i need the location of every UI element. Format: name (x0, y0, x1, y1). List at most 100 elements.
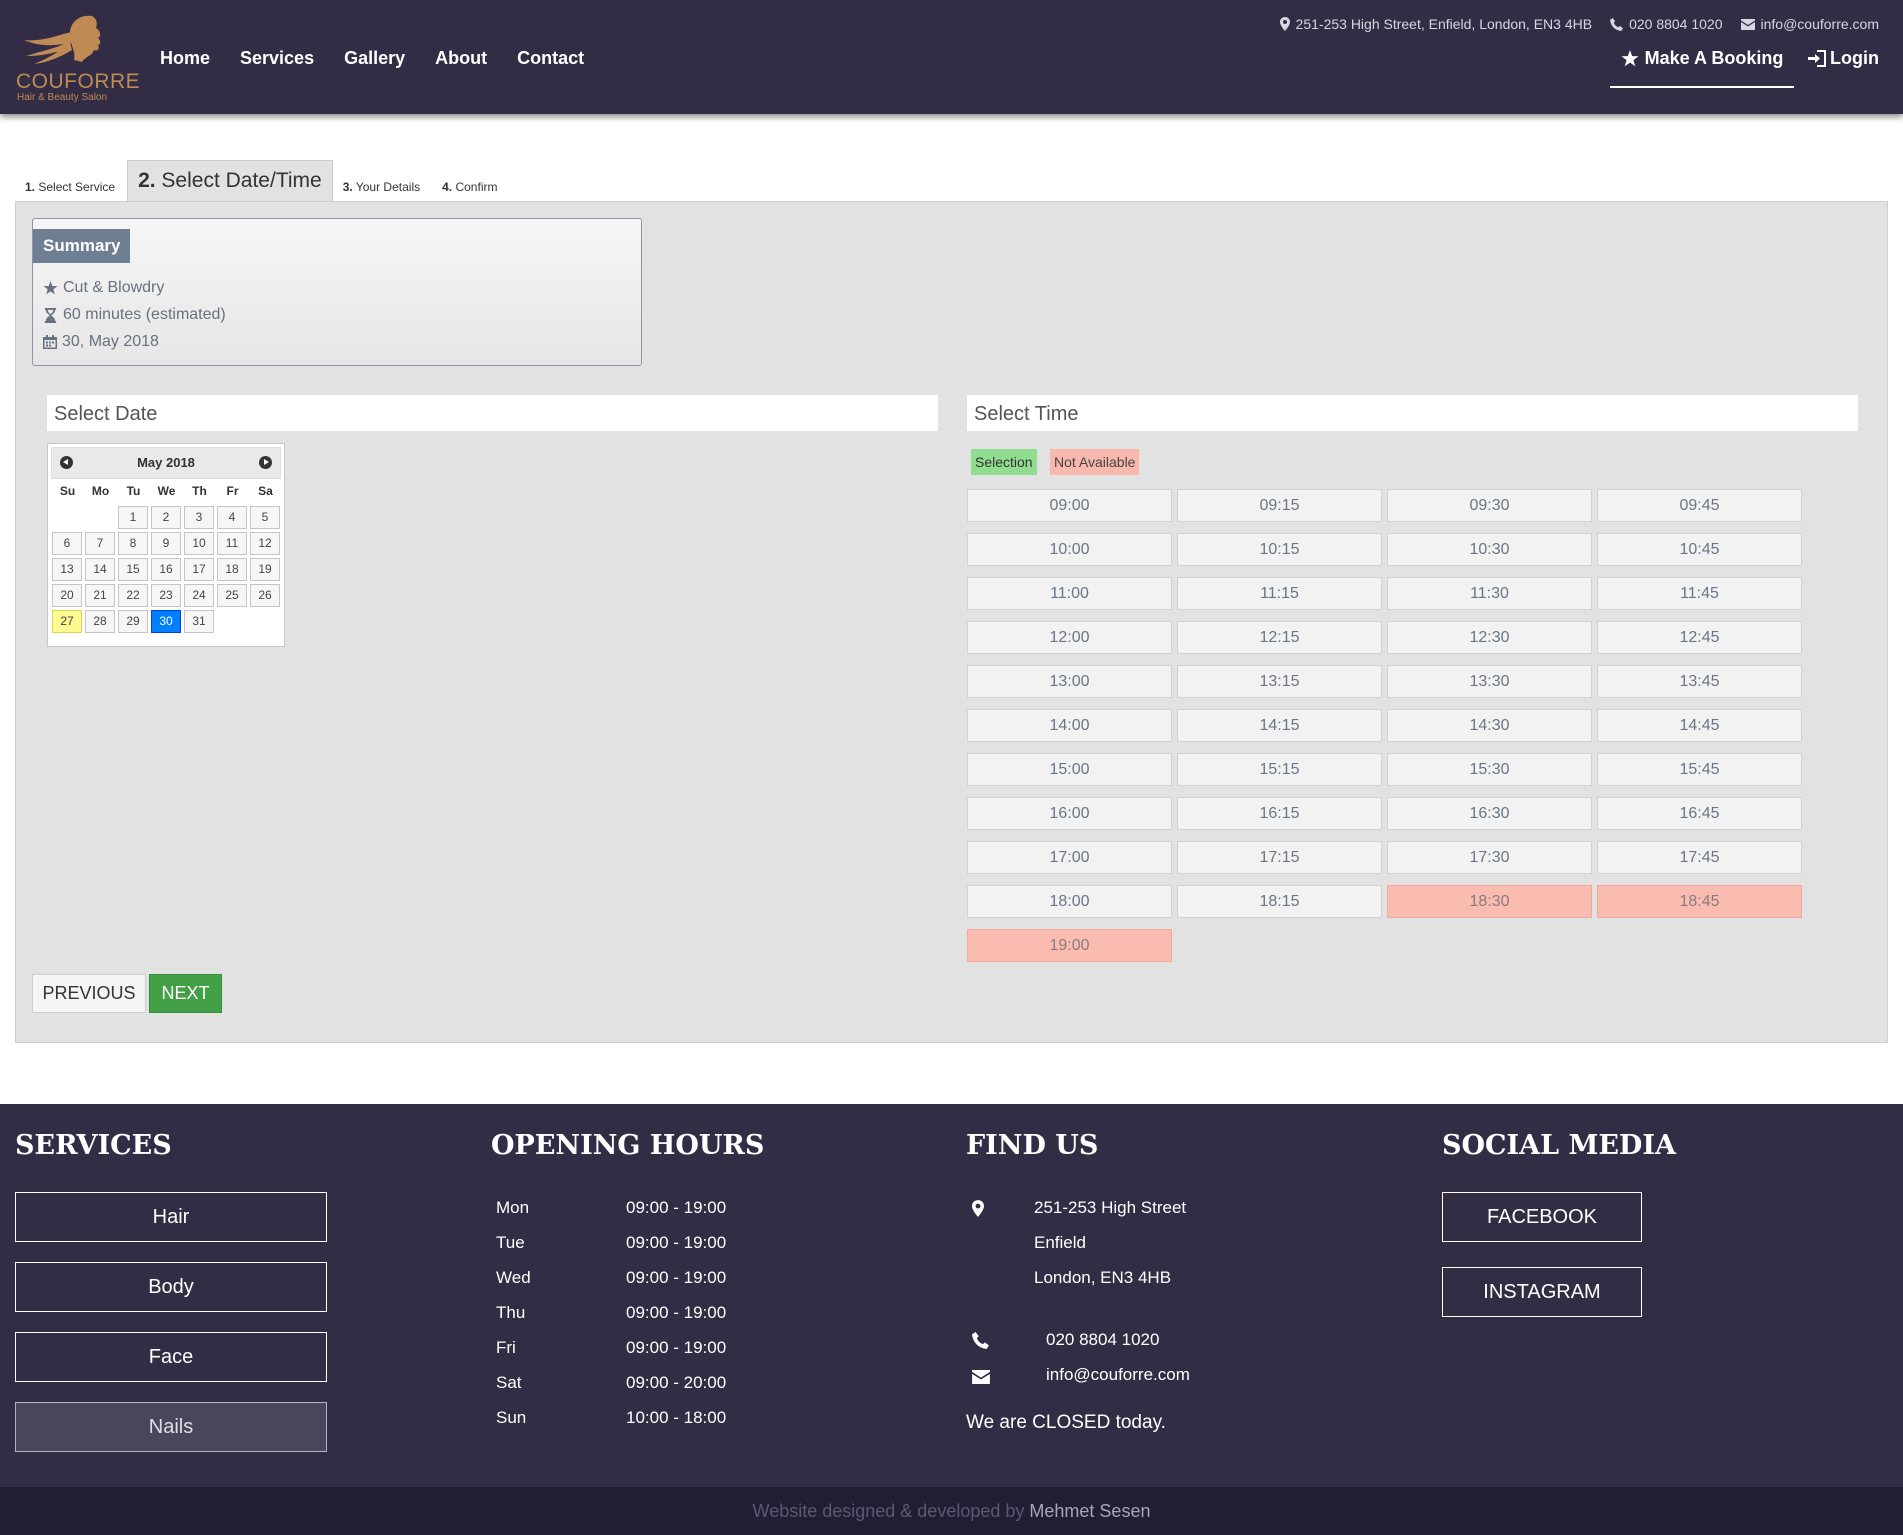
footer-service-hair-button[interactable]: Hair (15, 1192, 327, 1242)
login-button[interactable]: Login (1808, 48, 1879, 69)
opening-hours-row: Tue 09:00 - 19:00 (496, 1233, 726, 1253)
calendar-day[interactable]: 13 (52, 558, 82, 581)
hours-day: Mon (496, 1198, 530, 1217)
calendar-day[interactable]: 3 (184, 506, 214, 529)
calendar-day[interactable]: 19 (250, 558, 280, 581)
time-slot[interactable]: 14:30 (1387, 709, 1592, 742)
time-slot[interactable]: 12:30 (1387, 621, 1592, 654)
calendar-day[interactable]: 4 (217, 506, 247, 529)
time-slot[interactable]: 13:45 (1597, 665, 1802, 698)
calendar-day[interactable]: 27 (52, 610, 82, 633)
credit-author-link[interactable]: Mehmet Sesen (1029, 1501, 1150, 1521)
calendar-day[interactable]: 30 (151, 610, 181, 633)
calendar-day[interactable]: 18 (217, 558, 247, 581)
make-booking-button[interactable]: Make A Booking (1610, 48, 1794, 88)
calendar-day[interactable]: 24 (184, 584, 214, 607)
calendar-day[interactable]: 2 (151, 506, 181, 529)
time-slot[interactable]: 09:15 (1177, 489, 1382, 522)
next-month-icon[interactable] (259, 456, 272, 469)
time-slot[interactable]: 17:30 (1387, 841, 1592, 874)
calendar-day[interactable]: 23 (151, 584, 181, 607)
time-slot[interactable]: 13:00 (967, 665, 1172, 698)
footer-phone[interactable]: 020 8804 1020 (1046, 1330, 1159, 1350)
time-slot[interactable]: 15:30 (1387, 753, 1592, 786)
logo[interactable]: COUFORRE Hair & Beauty Salon (12, 12, 140, 104)
footer-service-face-button[interactable]: Face (15, 1332, 327, 1382)
tab-select-service[interactable]: 1. Select Service (15, 180, 127, 202)
time-slot[interactable]: 09:30 (1387, 489, 1592, 522)
calendar-day[interactable]: 1 (118, 506, 148, 529)
calendar-day[interactable]: 25 (217, 584, 247, 607)
calendar-day[interactable]: 22 (118, 584, 148, 607)
time-slot[interactable]: 12:00 (967, 621, 1172, 654)
header-address-text: 251-253 High Street, Enfield, London, EN… (1295, 16, 1593, 32)
time-slot[interactable]: 14:15 (1177, 709, 1382, 742)
time-slot[interactable]: 11:15 (1177, 577, 1382, 610)
header-phone-text: 020 8804 1020 (1629, 16, 1723, 32)
time-slot[interactable]: 10:45 (1597, 533, 1802, 566)
calendar-day[interactable]: 7 (85, 532, 115, 555)
nav-gallery[interactable]: Gallery (344, 48, 405, 69)
calendar-day[interactable]: 10 (184, 532, 214, 555)
time-slot[interactable]: 09:45 (1597, 489, 1802, 522)
time-slot[interactable]: 14:00 (967, 709, 1172, 742)
time-slot[interactable]: 18:15 (1177, 885, 1382, 918)
time-slot[interactable]: 14:45 (1597, 709, 1802, 742)
calendar-day[interactable]: 16 (151, 558, 181, 581)
calendar-day[interactable]: 14 (85, 558, 115, 581)
time-slot[interactable]: 17:45 (1597, 841, 1802, 874)
time-slot[interactable]: 10:15 (1177, 533, 1382, 566)
calendar-day[interactable]: 20 (52, 584, 82, 607)
tab-select-date-time[interactable]: 2. Select Date/Time (127, 160, 333, 202)
calendar-day[interactable]: 15 (118, 558, 148, 581)
nav-services[interactable]: Services (240, 48, 314, 69)
time-slot[interactable]: 15:45 (1597, 753, 1802, 786)
footer-service-nails-button[interactable]: Nails (15, 1402, 327, 1452)
calendar-day[interactable]: 17 (184, 558, 214, 581)
time-slot[interactable]: 10:30 (1387, 533, 1592, 566)
nav-home[interactable]: Home (160, 48, 210, 69)
footer-service-body-button[interactable]: Body (15, 1262, 327, 1312)
time-slot[interactable]: 18:00 (967, 885, 1172, 918)
time-slot[interactable]: 16:15 (1177, 797, 1382, 830)
tab-your-details[interactable]: 3. Your Details (333, 180, 432, 202)
calendar-day[interactable]: 29 (118, 610, 148, 633)
time-slot[interactable]: 09:00 (967, 489, 1172, 522)
time-slot[interactable]: 13:15 (1177, 665, 1382, 698)
instagram-button[interactable]: INSTAGRAM (1442, 1267, 1642, 1317)
calendar-day[interactable]: 28 (85, 610, 115, 633)
nav-about[interactable]: About (435, 48, 487, 69)
calendar-day[interactable]: 5 (250, 506, 280, 529)
time-slot[interactable]: 16:00 (967, 797, 1172, 830)
header-email[interactable]: info@couforre.com (1740, 16, 1879, 32)
calendar-day[interactable]: 12 (250, 532, 280, 555)
calendar-day[interactable]: 31 (184, 610, 214, 633)
prev-month-icon[interactable] (60, 456, 73, 469)
time-slot[interactable]: 11:45 (1597, 577, 1802, 610)
time-slot[interactable]: 15:00 (967, 753, 1172, 786)
previous-button[interactable]: PREVIOUS (32, 974, 146, 1013)
next-button[interactable]: NEXT (149, 974, 222, 1013)
facebook-button[interactable]: FACEBOOK (1442, 1192, 1642, 1242)
nav-contact[interactable]: Contact (517, 48, 584, 69)
time-slot[interactable]: 11:00 (967, 577, 1172, 610)
time-slot[interactable]: 12:45 (1597, 621, 1802, 654)
time-slot[interactable]: 12:15 (1177, 621, 1382, 654)
calendar-day[interactable]: 6 (52, 532, 82, 555)
calendar-day[interactable]: 9 (151, 532, 181, 555)
time-slot[interactable]: 13:30 (1387, 665, 1592, 698)
time-slot[interactable]: 17:15 (1177, 841, 1382, 874)
time-slot[interactable]: 16:30 (1387, 797, 1592, 830)
calendar-day[interactable]: 21 (85, 584, 115, 607)
calendar-day[interactable]: 11 (217, 532, 247, 555)
time-slot[interactable]: 11:30 (1387, 577, 1592, 610)
header-phone[interactable]: 020 8804 1020 (1610, 16, 1723, 32)
time-slot[interactable]: 15:15 (1177, 753, 1382, 786)
tab-confirm[interactable]: 4. Confirm (432, 180, 509, 202)
calendar-day[interactable]: 8 (118, 532, 148, 555)
time-slot[interactable]: 17:00 (967, 841, 1172, 874)
time-slot[interactable]: 16:45 (1597, 797, 1802, 830)
calendar-day[interactable]: 26 (250, 584, 280, 607)
footer-email[interactable]: info@couforre.com (1046, 1365, 1190, 1385)
time-slot[interactable]: 10:00 (967, 533, 1172, 566)
